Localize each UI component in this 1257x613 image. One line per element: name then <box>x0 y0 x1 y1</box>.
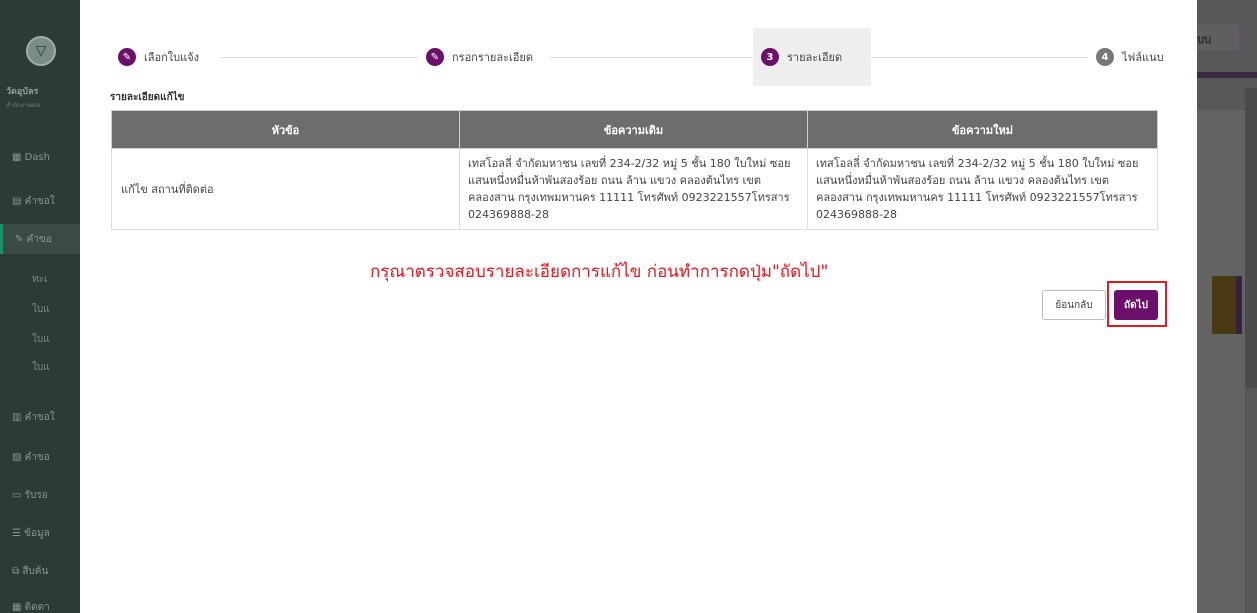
step-select-notice[interactable]: ✎ เลือกใบแจ้ง <box>110 28 207 86</box>
step-details[interactable]: 3 รายละเอียด <box>753 28 871 86</box>
column-header-old-text: ข้อความเดิม <box>459 110 808 149</box>
step-number: 3 <box>761 48 779 66</box>
step-connector <box>868 57 1088 58</box>
back-button[interactable]: ย้อนกลับ <box>1042 290 1106 320</box>
cell-new-text: เทสโอลลี่ จำกัดมหาชน เลขที่ 234-2/32 หมู… <box>807 148 1158 230</box>
pencil-icon: ✎ <box>118 48 136 66</box>
step-label: รายละเอียด <box>787 51 843 64</box>
edit-details-modal: ✎ เลือกใบแจ้ง ✎ กรอกรายละเอียด 3 รายละเอ… <box>80 0 1197 613</box>
step-label: ไฟล์แนบ <box>1122 51 1164 64</box>
pencil-icon: ✎ <box>426 48 444 66</box>
sidebar-subitem[interactable]: ทะเ <box>32 272 47 287</box>
sidebar-item-request-3[interactable]: ▥ คำขอใ <box>0 410 80 425</box>
brand-name: วัดอุบัลร <box>6 87 39 97</box>
sidebar-item-search[interactable]: ⧉ สืบค้น <box>0 564 80 579</box>
step-fill-details[interactable]: ✎ กรอกรายละเอียด <box>418 28 541 86</box>
logout-button[interactable]: บบ <box>1193 24 1239 50</box>
sidebar-item-data[interactable]: ☰ ข้อมูล <box>0 526 80 541</box>
column-header-new-text: ข้อความใหม่ <box>807 110 1158 149</box>
cell-topic: แก้ไข สถานที่ติดต่อ <box>111 148 460 230</box>
cell-old-text: เทสโอลลี่ จำกัดมหาชน เลขที่ 234-2/32 หมู… <box>459 148 808 230</box>
background-sidebar: ▽ วัดอุบัลร สำนักงานคณ ▦ Dash ▤ คำขอใ ✎ … <box>0 0 80 613</box>
verification-warning: กรุณาตรวจสอบรายละเอียดการแก้ไข ก่อนทำการ… <box>370 262 829 282</box>
section-title: รายละเอียดแก้ไข <box>110 92 185 103</box>
stepper: ✎ เลือกใบแจ้ง ✎ กรอกรายละเอียด 3 รายละเอ… <box>110 28 1180 86</box>
background-accent <box>1212 276 1242 334</box>
sidebar-subitem[interactable]: ใบแ <box>32 332 50 347</box>
scrollbar[interactable] <box>1245 88 1257 388</box>
step-label: กรอกรายละเอียด <box>452 51 533 64</box>
sidebar-item-request-4[interactable]: ▧ คำขอ <box>0 450 80 465</box>
sidebar-item-dashboard[interactable]: ▦ Dash <box>0 152 80 163</box>
brand-subtitle: สำนักงานคณ <box>6 102 41 109</box>
background-header-bar <box>1197 72 1257 78</box>
sidebar-item-request-edit[interactable]: ✎ คำขอ <box>0 224 80 254</box>
sidebar-subitem[interactable]: ใบแ <box>32 302 50 317</box>
column-header-topic: หัวข้อ <box>111 110 460 149</box>
background-card <box>1197 110 1245 613</box>
next-button[interactable]: ถัดไป <box>1114 290 1158 320</box>
table-row: แก้ไข สถานที่ติดต่อ เทสโอลลี่ จำกัดมหาชน… <box>111 148 1158 230</box>
edit-details-table: หัวข้อ ข้อความเดิม ข้อความใหม่ แก้ไข สถา… <box>111 110 1158 230</box>
step-label: เลือกใบแจ้ง <box>144 51 200 64</box>
table-header-row: หัวข้อ ข้อความเดิม ข้อความใหม่ <box>111 110 1158 149</box>
step-number: 4 <box>1096 48 1114 66</box>
logo-icon: ▽ <box>26 36 56 66</box>
sidebar-item-request-1[interactable]: ▤ คำขอใ <box>0 194 80 209</box>
sidebar-subitem[interactable]: ใบแ <box>32 360 50 375</box>
sidebar-item-track[interactable]: ▦ ติดตา <box>0 600 80 613</box>
step-connector <box>550 57 760 58</box>
step-attachments[interactable]: 4 ไฟล์แนบ <box>1088 28 1172 86</box>
sidebar-item-certify[interactable]: ▭ รับรอ <box>0 488 80 503</box>
